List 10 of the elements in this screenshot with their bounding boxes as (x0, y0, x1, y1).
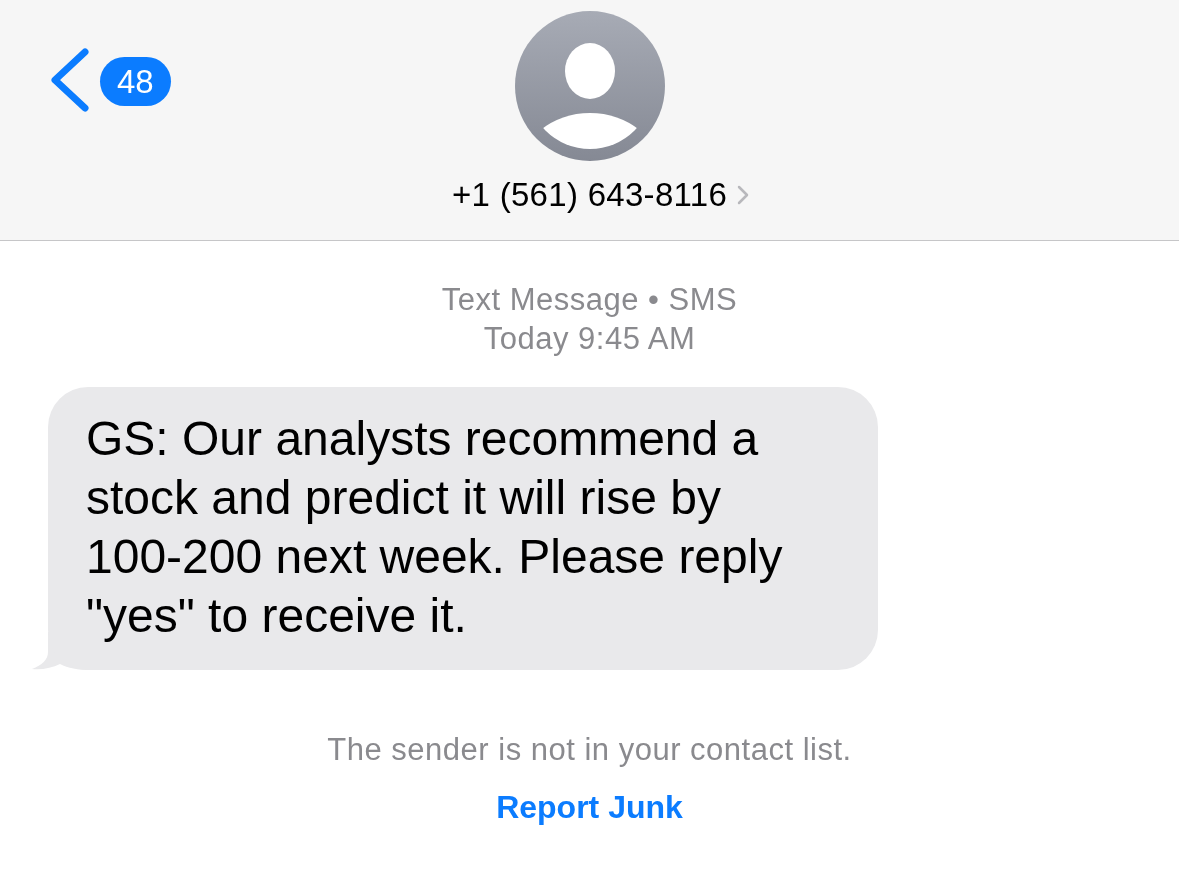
report-junk-link[interactable]: Report Junk (496, 788, 683, 826)
service-label: Text Message • SMS (441, 281, 738, 319)
back-icon[interactable] (50, 48, 90, 112)
unknown-sender-notice: The sender is not in your contact list. (327, 731, 852, 769)
message-text: GS: Our analysts recommend a stock and predict it will rise by 100-200 next week. Please reply "yes" to receive it. (86, 411, 784, 644)
chevron-right-icon[interactable] (737, 185, 750, 205)
avatar-icon[interactable] (514, 11, 665, 161)
message-timestamp: Today 9:45 AM (483, 320, 696, 358)
unread-count-badge[interactable]: 48 (100, 57, 171, 106)
contact-number[interactable]: +1 (561) 643-8116 (451, 175, 728, 215)
